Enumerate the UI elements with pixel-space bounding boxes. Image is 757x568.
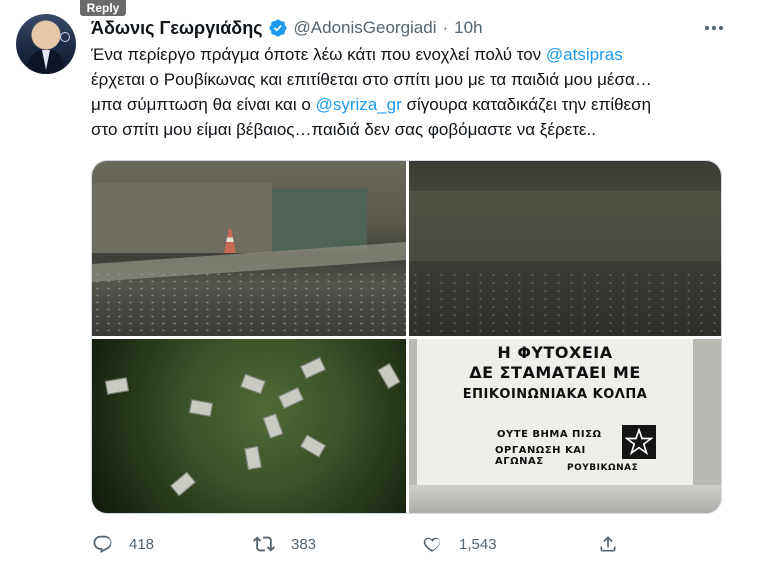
text-segment: μπα σύμπτωση θα είναι και ο (91, 95, 316, 114)
leaflet (244, 445, 262, 471)
leaflet-line: ΟΥΤΕ ΒΗΜΑ ΠΙΣΩ (497, 429, 602, 440)
avatar-emblem (60, 32, 70, 42)
leaflet (240, 373, 266, 395)
retweet-button[interactable]: 383 (253, 529, 316, 559)
author-name[interactable]: Άδωνις Γεωργιάδης (91, 18, 263, 39)
leaflet (170, 471, 196, 497)
text-segment: στο σπίτι μου είμαι βέβαιος…παιδιά δεν σ… (91, 120, 596, 139)
scattered-leaflets (92, 271, 406, 331)
text-segment: σίγουρα καταδικάζει την επίθεση (401, 95, 652, 114)
more-options-icon[interactable] (702, 18, 726, 38)
verified-badge-icon (268, 18, 288, 38)
photo-street-night[interactable] (92, 161, 406, 336)
photo-wall-night[interactable] (409, 161, 721, 336)
retweet-icon (253, 533, 275, 555)
leaflet (377, 362, 401, 390)
leaflet (299, 434, 327, 458)
leaflet-line: ΡΟΥΒΙΚΩΝΑΣ (567, 463, 639, 473)
scattered-leaflets (409, 271, 721, 333)
leaflet (300, 357, 326, 379)
reply-button[interactable]: 418 (91, 529, 154, 559)
leaflet (188, 399, 214, 417)
tweet-text-line: μπα σύμπτωση θα είναι και ο @syriza_gr σ… (91, 92, 736, 117)
like-count: 1,543 (459, 535, 497, 553)
share-upload-icon (597, 533, 619, 555)
author-avatar[interactable] (16, 14, 76, 74)
reply-tag: Reply (80, 0, 126, 16)
photo-ground (409, 485, 721, 513)
photo-leaflets-in-plants[interactable] (92, 339, 406, 513)
leaflet-line: Η ΦΥΤΟΧΕΙΑ (497, 343, 613, 362)
tweet-text: Ένα περίεργο πράγμα όποτε λέω κάτι που ε… (91, 42, 736, 142)
separator: · (442, 18, 449, 37)
photo-wall (92, 183, 272, 253)
mention-link[interactable]: @syriza_gr (316, 95, 402, 114)
tweet-text-line: στο σπίτι μου είμαι βέβαιος…παιδιά δεν σ… (91, 117, 736, 142)
leaflet-line: ΔΕ ΣΤΑΜΑΤΑΕΙ ΜΕ (469, 363, 641, 382)
reply-count: 418 (129, 535, 155, 553)
leaflet-paper: Η ΦΥΤΟΧΕΙΑ ΔΕ ΣΤΑΜΑΤΑΕΙ ΜΕ ΕΠΙΚΟΙΝΩΝΙΑΚΑ… (417, 339, 693, 485)
leaflet (104, 377, 130, 395)
tweet-header: Άδωνις Γεωργιάδης @AdonisGeorgiadi · 10h (91, 16, 483, 40)
text-segment: έρχεται ο Ρουβίκωνας και επιτίθεται στο … (91, 70, 652, 89)
star-logo-icon (622, 425, 656, 459)
photo-wall (409, 191, 721, 261)
timestamp[interactable]: 10h (454, 18, 482, 38)
retweet-count: 383 (291, 535, 317, 553)
leaflet-line: ΕΠΙΚΟΙΝΩΝΙΑΚΑ ΚΟΛΠΑ (462, 387, 648, 402)
mention-link[interactable]: @atsipras (546, 45, 623, 64)
media-grid: Η ΦΥΤΟΧΕΙΑ ΔΕ ΣΤΑΜΑΤΑΕΙ ΜΕ ΕΠΙΚΟΙΝΩΝΙΑΚΑ… (91, 160, 722, 514)
heart-icon (421, 533, 443, 555)
tweet-actions: 418 383 1,543 (91, 529, 631, 559)
leaflet (262, 413, 284, 439)
author-handle[interactable]: @AdonisGeorgiadi (294, 18, 437, 38)
like-button[interactable]: 1,543 (421, 529, 497, 559)
leaflet (278, 387, 304, 409)
share-button[interactable] (597, 529, 635, 559)
photo-gate (272, 189, 367, 251)
tweet-text-line: έρχεται ο Ρουβίκωνας και επιτίθεται στο … (91, 67, 736, 92)
reply-bubble-icon (91, 533, 113, 555)
photo-leaflet-closeup[interactable]: Η ΦΥΤΟΧΕΙΑ ΔΕ ΣΤΑΜΑΤΑΕΙ ΜΕ ΕΠΙΚΟΙΝΩΝΙΑΚΑ… (409, 339, 721, 513)
tweet-text-line: Ένα περίεργο πράγμα όποτε λέω κάτι που ε… (91, 42, 736, 67)
text-segment: Ένα περίεργο πράγμα όποτε λέω κάτι που ε… (91, 45, 546, 64)
